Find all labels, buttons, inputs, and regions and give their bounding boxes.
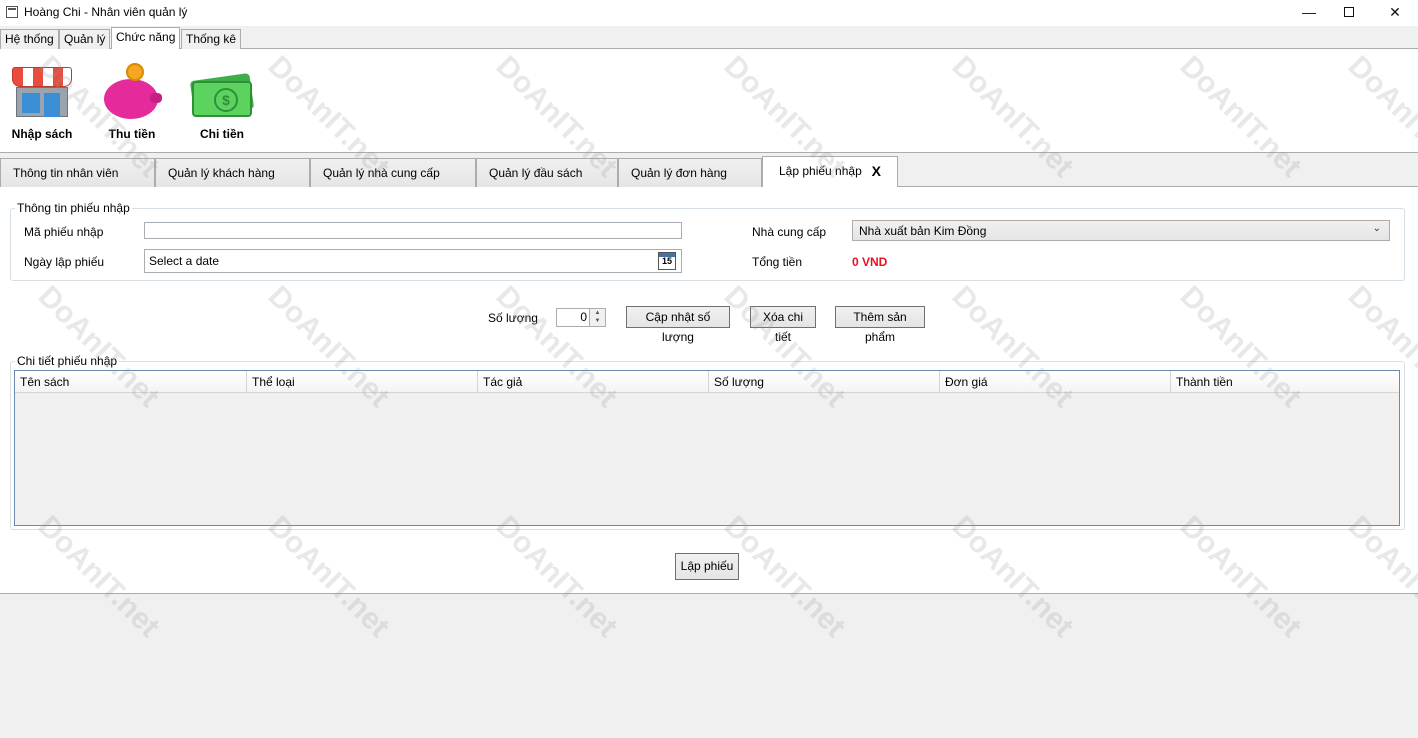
thu-tien-label: Thu tiền [108, 127, 156, 141]
tab-quan-ly-don-hang[interactable]: Quản lý đơn hàng [618, 158, 762, 187]
ribbon-panel: Nhập sách Thu tiền Chi tiền [0, 49, 1418, 153]
column-header-tac-gia[interactable]: Tác giả [477, 371, 708, 393]
column-header-so-luong[interactable]: Số lượng [708, 371, 939, 393]
column-header-ten-sach[interactable]: Tên sách [15, 371, 246, 393]
lap-phieu-button[interactable]: Lập phiếu [675, 553, 739, 580]
date-placeholder: Select a date [149, 254, 220, 268]
calendar-icon[interactable]: 15 [658, 252, 676, 270]
ma-phieu-nhap-label: Mã phiếu nhập [24, 225, 104, 239]
close-tab-icon[interactable]: X [872, 157, 881, 185]
column-header-don-gia[interactable]: Đơn giá [939, 371, 1170, 393]
nhap-sach-label: Nhập sách [11, 127, 73, 141]
piggy-bank-icon [100, 63, 164, 121]
tab-thong-tin-nhan-vien[interactable]: Thông tin nhân viên [0, 158, 155, 187]
ribbon-tab-chuc-nang[interactable]: Chức năng [111, 27, 181, 50]
ribbon-tab-strip: Hệ thống Quản lý Chức năng Thống kê [0, 26, 1418, 50]
ngay-lap-phieu-datepicker[interactable]: Select a date 15 [144, 249, 682, 273]
them-san-pham-button[interactable]: Thêm sản phẩm [835, 306, 925, 344]
nhap-sach-button[interactable]: Nhập sách [10, 63, 74, 141]
tab-quan-ly-khach-hang[interactable]: Quản lý khách hàng [155, 158, 310, 187]
tab-lap-phieu-nhap-label: Lập phiếu nhập [779, 164, 862, 178]
tab-quan-ly-nha-cung-cap[interactable]: Quản lý nhà cung cấp [310, 158, 476, 187]
ngay-lap-phieu-label: Ngày lập phiếu [24, 255, 105, 269]
window-title: Hoàng Chi - Nhân viên quản lý [24, 5, 188, 19]
thu-tien-button[interactable]: Thu tiền [100, 63, 164, 141]
so-luong-stepper[interactable]: 0 ▲ ▼ [556, 308, 606, 327]
nha-cung-cap-select[interactable]: Nhà xuất bản Kim Đồng ⌄ [852, 220, 1390, 241]
tab-quan-ly-dau-sach[interactable]: Quản lý đầu sách [476, 158, 618, 187]
money-icon [189, 63, 255, 121]
tong-tien-label: Tổng tiền [752, 255, 803, 269]
cap-nhat-so-luong-button[interactable]: Cập nhật số lượng [626, 306, 730, 344]
ribbon-tab-thong-ke[interactable]: Thống kê [181, 29, 242, 49]
ma-phieu-nhap-input[interactable] [144, 222, 682, 239]
chi-tiet-datagrid[interactable]: Tên sách Thể loại Tác giả Số lượng Đơn g… [14, 370, 1400, 526]
chevron-down-icon: ⌄ [1372, 223, 1381, 234]
nha-cung-cap-value: Nhà xuất bản Kim Đồng [859, 224, 987, 238]
column-header-thanh-tien[interactable]: Thành tiền [1170, 371, 1399, 393]
stepper-down-icon[interactable]: ▼ [589, 317, 605, 326]
xoa-chi-tiet-button[interactable]: Xóa chi tiết [750, 306, 816, 344]
title-bar: Hoàng Chi - Nhân viên quản lý — ✕ [0, 0, 1418, 26]
thong-tin-phieu-nhap-title: Thông tin phiếu nhập [17, 201, 130, 215]
chi-tiet-phieu-nhap-title: Chi tiết phiếu nhập [17, 354, 118, 368]
so-luong-label: Số lượng [488, 311, 538, 325]
chi-tien-button[interactable]: Chi tiền [189, 63, 255, 141]
maximize-icon [1344, 7, 1354, 17]
maximize-button[interactable] [1326, 0, 1372, 26]
lap-phieu-nhap-panel: Thông tin phiếu nhập Mã phiếu nhập Ngày … [0, 187, 1418, 594]
tong-tien-value: 0 VND [852, 255, 888, 269]
so-luong-value: 0 [580, 310, 587, 324]
datagrid-header: Tên sách Thể loại Tác giả Số lượng Đơn g… [15, 371, 1399, 393]
ribbon-tab-he-thong[interactable]: Hệ thống [0, 29, 59, 49]
nha-cung-cap-label: Nhà cung cấp [752, 225, 827, 239]
tab-lap-phieu-nhap[interactable]: Lập phiếu nhập X [762, 156, 898, 188]
chi-tien-label: Chi tiền [200, 127, 244, 141]
ribbon-tab-quan-ly[interactable]: Quản lý [59, 29, 111, 49]
document-tab-strip: Thông tin nhân viên Quản lý khách hàng Q… [0, 155, 1418, 188]
store-icon [10, 63, 74, 121]
close-button[interactable]: ✕ [1372, 0, 1418, 26]
column-header-the-loai[interactable]: Thể loại [246, 371, 477, 393]
app-icon [6, 6, 18, 18]
